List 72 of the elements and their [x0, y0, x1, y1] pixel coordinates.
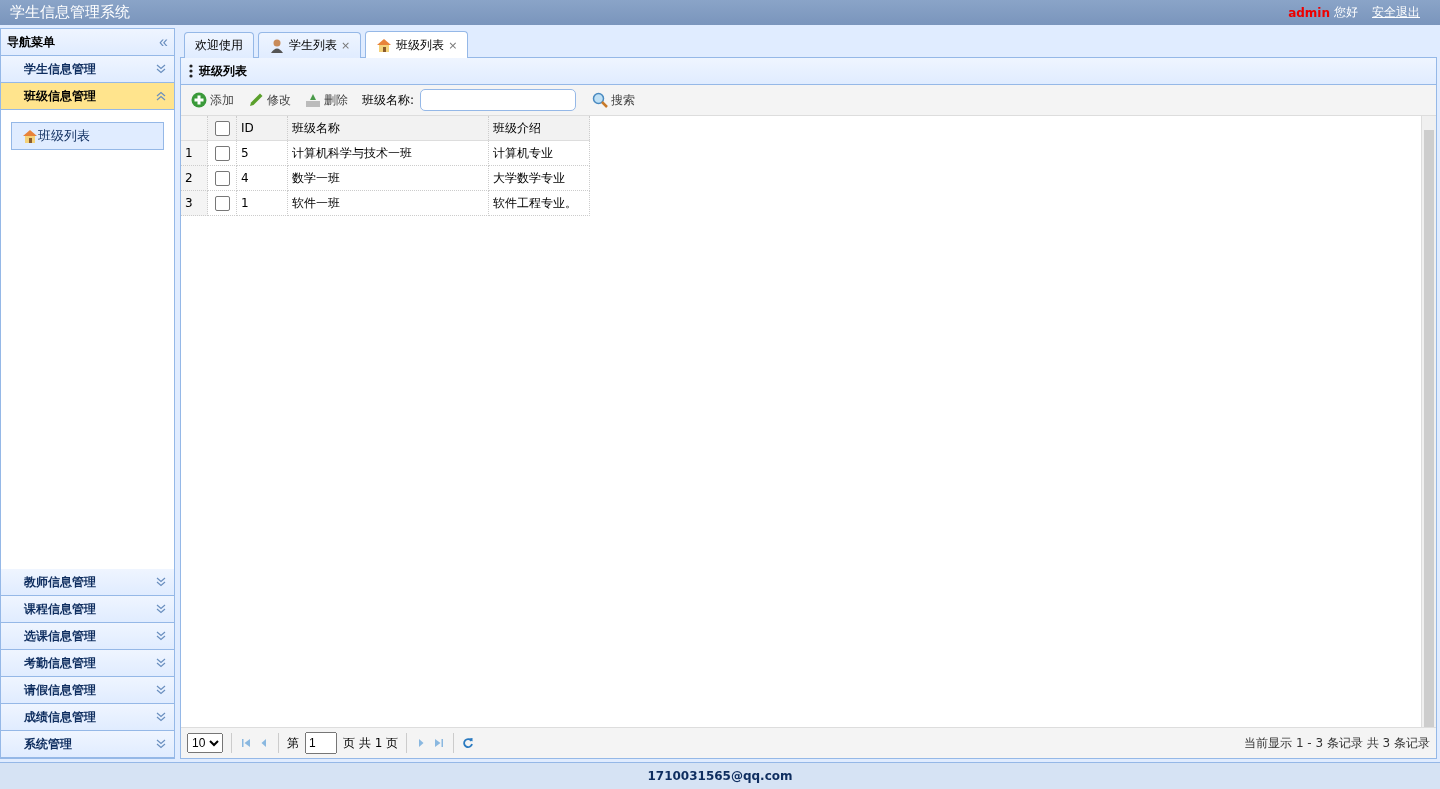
sidebar-title: 导航菜单 — [7, 33, 55, 51]
table-cell: 数学一班 — [287, 165, 489, 191]
table-cell: 4 — [236, 165, 288, 191]
app-title: 学生信息管理系统 — [10, 3, 131, 22]
tab[interactable]: 学生列表 × — [258, 32, 362, 58]
page-size-select[interactable]: 10 — [187, 733, 223, 753]
column-header[interactable]: 班级名称 — [287, 116, 489, 141]
page-count: 页 共 1 页 — [343, 734, 399, 752]
column-header[interactable]: ID — [236, 116, 288, 141]
person-icon — [269, 37, 285, 54]
table-cell: 软件一班 — [287, 190, 489, 216]
close-icon[interactable]: × — [448, 38, 458, 52]
last-page-icon[interactable] — [433, 737, 446, 749]
pencil-icon — [248, 92, 264, 108]
house-icon — [22, 128, 38, 144]
accordion-header[interactable]: 系统管理 — [1, 731, 174, 758]
column-header[interactable]: 班级介绍 — [488, 116, 590, 141]
page-number-field[interactable]: 1 — [305, 732, 337, 754]
menu-item[interactable]: 班级列表 — [11, 122, 164, 150]
accordion-header[interactable]: 选课信息管理 — [1, 623, 174, 650]
record-info: 当前显示 1 - 3 条记录 共 3 条记录 — [1244, 734, 1430, 752]
collapse-icon — [156, 91, 166, 101]
accordion-header[interactable]: 班级信息管理 — [1, 83, 174, 110]
accordion-header[interactable]: 课程信息管理 — [1, 596, 174, 623]
tab[interactable]: 欢迎使用 — [184, 32, 254, 58]
username: admin — [1288, 5, 1330, 20]
scrollbar[interactable] — [1421, 116, 1436, 727]
plus-icon — [191, 92, 207, 108]
expand-icon — [156, 631, 166, 641]
vertical-dots-icon — [189, 63, 193, 79]
footer-email: 1710031565@qq.com — [647, 769, 793, 783]
expand-icon — [156, 712, 166, 722]
panel-title: 班级列表 — [199, 62, 247, 80]
accordion-header[interactable]: 考勤信息管理 — [1, 650, 174, 677]
row-checkbox[interactable] — [214, 145, 230, 161]
expand-icon — [156, 739, 166, 749]
row-number: 1 — [181, 140, 208, 166]
expand-icon — [156, 658, 166, 668]
row-number: 2 — [181, 165, 208, 191]
table-cell: 计算机专业 — [488, 140, 590, 166]
first-page-icon[interactable] — [240, 737, 252, 749]
table-cell: 软件工程专业。 — [488, 190, 590, 216]
row-number: 3 — [181, 190, 208, 216]
expand-icon — [156, 685, 166, 695]
table-cell: 计算机科学与技术一班 — [287, 140, 489, 166]
table-cell: 5 — [236, 140, 288, 166]
expand-icon — [156, 64, 166, 74]
greeting: 您好 — [1334, 4, 1358, 21]
select-all-checkbox[interactable] — [214, 120, 230, 136]
expand-icon — [156, 604, 166, 614]
accordion-header[interactable]: 成绩信息管理 — [1, 704, 174, 731]
table-cell: 1 — [236, 190, 288, 216]
house-icon — [376, 37, 393, 53]
page-label: 第 — [287, 734, 299, 752]
search-icon — [592, 92, 609, 108]
table-cell: 大学数学专业 — [488, 165, 590, 191]
accordion-header[interactable]: 请假信息管理 — [1, 677, 174, 704]
row-checkbox[interactable] — [214, 195, 230, 211]
search-label: 班级名称: — [362, 91, 415, 109]
expand-icon — [156, 577, 166, 587]
tray-icon — [305, 92, 321, 108]
delete-button[interactable]: 删除 — [301, 91, 352, 109]
search-field[interactable] — [420, 89, 577, 111]
accordion-header[interactable]: 教师信息管理 — [1, 569, 174, 596]
close-icon[interactable]: × — [341, 39, 351, 52]
refresh-icon[interactable] — [462, 737, 475, 749]
edit-button[interactable]: 修改 — [244, 91, 295, 109]
accordion-header[interactable]: 学生信息管理 — [1, 56, 174, 83]
row-checkbox[interactable] — [214, 170, 230, 186]
add-button[interactable]: 添加 — [187, 91, 238, 109]
search-button[interactable]: 搜索 — [588, 91, 640, 109]
tab[interactable]: 班级列表 × — [365, 31, 469, 58]
